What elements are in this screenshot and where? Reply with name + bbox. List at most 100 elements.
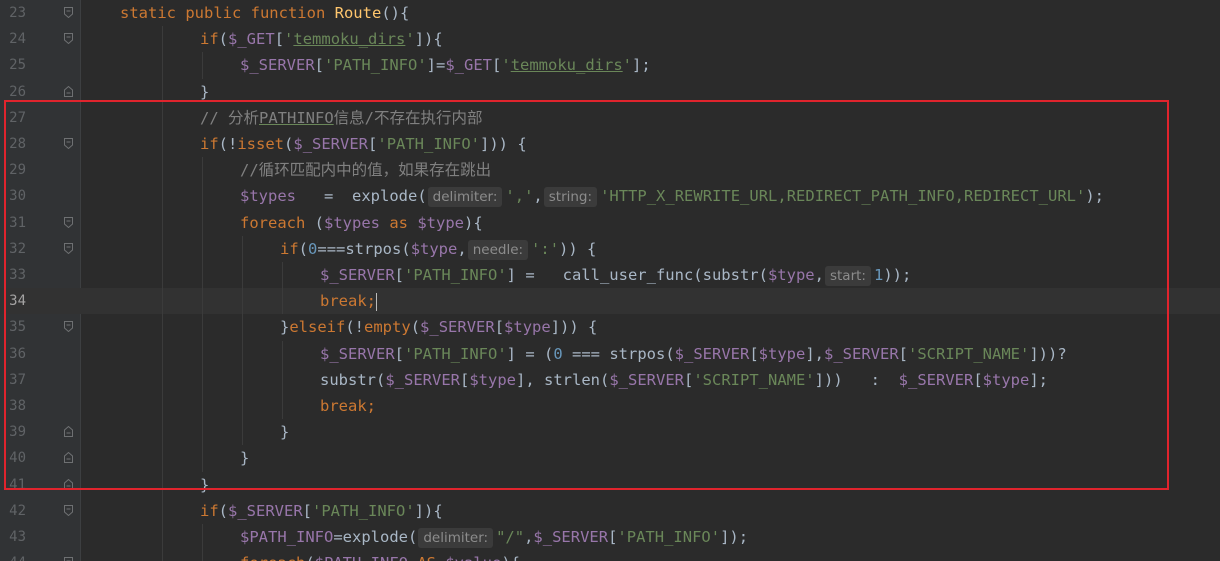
code-editor[interactable]: 23 static public function Route(){24 if($_… [0, 0, 1220, 561]
code-text[interactable]: break; [320, 288, 378, 314]
line-number: 31 [9, 214, 26, 231]
code-token: empty [364, 318, 411, 337]
fold-close-icon[interactable] [64, 452, 73, 464]
code-token: PATHINFO [259, 108, 334, 127]
code-line-31[interactable]: 31 foreach ($types as $type){ [0, 209, 1220, 236]
code-text[interactable]: break; [320, 393, 376, 419]
code-line-44[interactable]: 44 foreach($PATH_INFO AS $value){ [0, 550, 1220, 561]
code-text[interactable]: $PATH_INFO=explode(delimiter: "/",$_SERVE… [240, 524, 748, 550]
code-line-24[interactable]: 24 if($_GET['temmoku_dirs']){ [0, 26, 1220, 53]
code-text[interactable]: if($_SERVER['PATH_INFO']){ [200, 498, 443, 524]
code-token: temmoku_dirs [510, 56, 623, 75]
code-token: $_SERVER [824, 344, 899, 363]
code-token: $_SERVER [420, 318, 495, 337]
code-line-33[interactable]: 33 $_SERVER['PATH_INFO'] = call_user_func… [0, 262, 1220, 289]
code-token: ]; [632, 56, 651, 75]
code-text[interactable]: foreach($PATH_INFO AS $value){ [240, 550, 520, 561]
line-number: 44 [0, 550, 26, 561]
fold-close-icon[interactable] [64, 478, 73, 490]
code-line-41[interactable]: 41} [0, 471, 1220, 498]
code-token: [ [683, 370, 694, 389]
code-text[interactable]: static public function Route(){ [120, 0, 409, 26]
line-number: 30 [9, 188, 26, 205]
code-text[interactable]: } [200, 472, 209, 498]
line-number: 41 [9, 476, 26, 493]
code-token: ':' [531, 239, 560, 258]
code-text[interactable]: if(0===strpos($type, needle: ':')) { [280, 236, 596, 262]
code-token: ( [314, 213, 324, 232]
code-token: [ [314, 56, 324, 75]
code-line-36[interactable]: 36 $_SERVER['PATH_INFO'] = (0 === strpos(… [0, 340, 1220, 367]
code-token: , [457, 239, 467, 258]
code-line-32[interactable]: 32 if(0===strpos($type, needle: ':')) { [0, 235, 1220, 262]
code-line-25[interactable]: 25 $_SERVER['PATH_INFO']=$_GET['temmoku_d… [0, 52, 1220, 79]
code-line-39[interactable]: 39} [0, 419, 1220, 446]
code-text[interactable]: }elseif(!empty($_SERVER[$type])) { [280, 314, 597, 340]
code-line-23[interactable]: 23 static public function Route(){ [0, 0, 1220, 26]
indent-guide [282, 393, 283, 420]
fold-open-icon[interactable] [64, 138, 73, 149]
code-line-37[interactable]: 37 substr($_SERVER[$type], strlen($_SERVE… [0, 366, 1220, 393]
indent-guide [162, 419, 163, 446]
code-token: (){ [381, 4, 410, 22]
code-token: ] = call_user_func(substr( [506, 266, 768, 284]
fold-open-icon[interactable] [64, 216, 73, 228]
code-line-26[interactable]: 26} [0, 78, 1220, 105]
indent-guide [202, 235, 203, 262]
code-text[interactable]: $_SERVER['PATH_INFO']=$_GET['temmoku_dir… [240, 52, 651, 78]
indent-guide [162, 131, 163, 158]
code-line-28[interactable]: 28 if(!isset($_SERVER['PATH_INFO'])) { [0, 131, 1220, 158]
code-text[interactable]: foreach ($types as $type){ [240, 210, 483, 236]
code-token: $_GET [228, 30, 275, 49]
code-line-30[interactable]: 30 $types = explode(delimiter: ',', string:… [0, 183, 1220, 210]
code-token: $type [982, 370, 1030, 389]
code-line-42[interactable]: 42 if($_SERVER['PATH_INFO']){ [0, 497, 1220, 524]
code-token: [ [394, 266, 404, 284]
code-text[interactable]: $types = explode(delimiter: ',', string: 'H… [240, 183, 1104, 209]
line-number: 42 [9, 502, 26, 519]
code-text[interactable]: } [200, 79, 209, 105]
code-token: , [814, 266, 824, 284]
code-line-27[interactable]: 27 // 分析PATHINFO信息/不存在执行内部 [0, 104, 1220, 131]
indent-guide [162, 157, 163, 184]
fold-open-icon[interactable] [64, 242, 73, 254]
code-text[interactable]: substr($_SERVER[$type], strlen($_SERVER[… [320, 367, 1048, 393]
indent-guide [202, 445, 203, 472]
code-text[interactable]: $_SERVER['PATH_INFO'] = call_user_func(s… [320, 262, 911, 288]
code-token: static public function [120, 4, 335, 22]
code-line-35[interactable]: 35}elseif(!empty($_SERVER[$type])) { [0, 314, 1220, 341]
line-number: 34 [9, 293, 26, 310]
indent-guide [162, 52, 163, 79]
code-text[interactable]: } [240, 445, 249, 471]
code-text[interactable]: if(!isset($_SERVER['PATH_INFO'])) { [200, 131, 527, 157]
fold-open-icon[interactable] [64, 33, 73, 45]
code-line-29[interactable]: 29 //循环匹配内中的值，如果存在跳出 [0, 157, 1220, 184]
fold-close-icon[interactable] [64, 426, 73, 438]
code-token: 'HTTP_X_REWRITE_URL,REDIRECT_PATH_INFO,R… [600, 187, 1086, 206]
code-token: $_SERVER [293, 135, 369, 153]
fold-close-icon[interactable] [64, 85, 73, 97]
fold-open-icon[interactable] [64, 504, 73, 516]
code-text[interactable]: } [280, 419, 289, 445]
fold-open-icon[interactable] [64, 321, 73, 333]
code-line-34[interactable]: 34 break; [0, 288, 1220, 315]
indent-guide [282, 288, 283, 315]
text-caret [376, 292, 378, 311]
code-line-40[interactable]: 40} [0, 445, 1220, 472]
fold-open-icon[interactable] [64, 557, 73, 561]
parameter-hint: start: [824, 266, 871, 286]
code-token: ){ [501, 554, 520, 561]
code-text[interactable]: //循环匹配内中的值，如果存在跳出 [240, 157, 491, 183]
code-token: if [200, 501, 219, 520]
indent-guide [242, 314, 243, 341]
code-line-38[interactable]: 38 break; [0, 393, 1220, 420]
code-line-43[interactable]: 43 $PATH_INFO=explode(delimiter: "/",$_SER… [0, 524, 1220, 551]
code-token: ]))? [1029, 344, 1067, 363]
code-text[interactable]: $_SERVER['PATH_INFO'] = (0 === strpos($_… [320, 341, 1067, 367]
fold-open-icon[interactable] [64, 7, 73, 18]
indent-guide [202, 366, 203, 393]
code-text[interactable]: // 分析PATHINFO信息/不存在执行内部 [200, 105, 483, 131]
code-token: ] = ( [506, 344, 554, 363]
code-text[interactable]: if($_GET['temmoku_dirs']){ [200, 26, 443, 52]
indent-guide [162, 288, 163, 315]
